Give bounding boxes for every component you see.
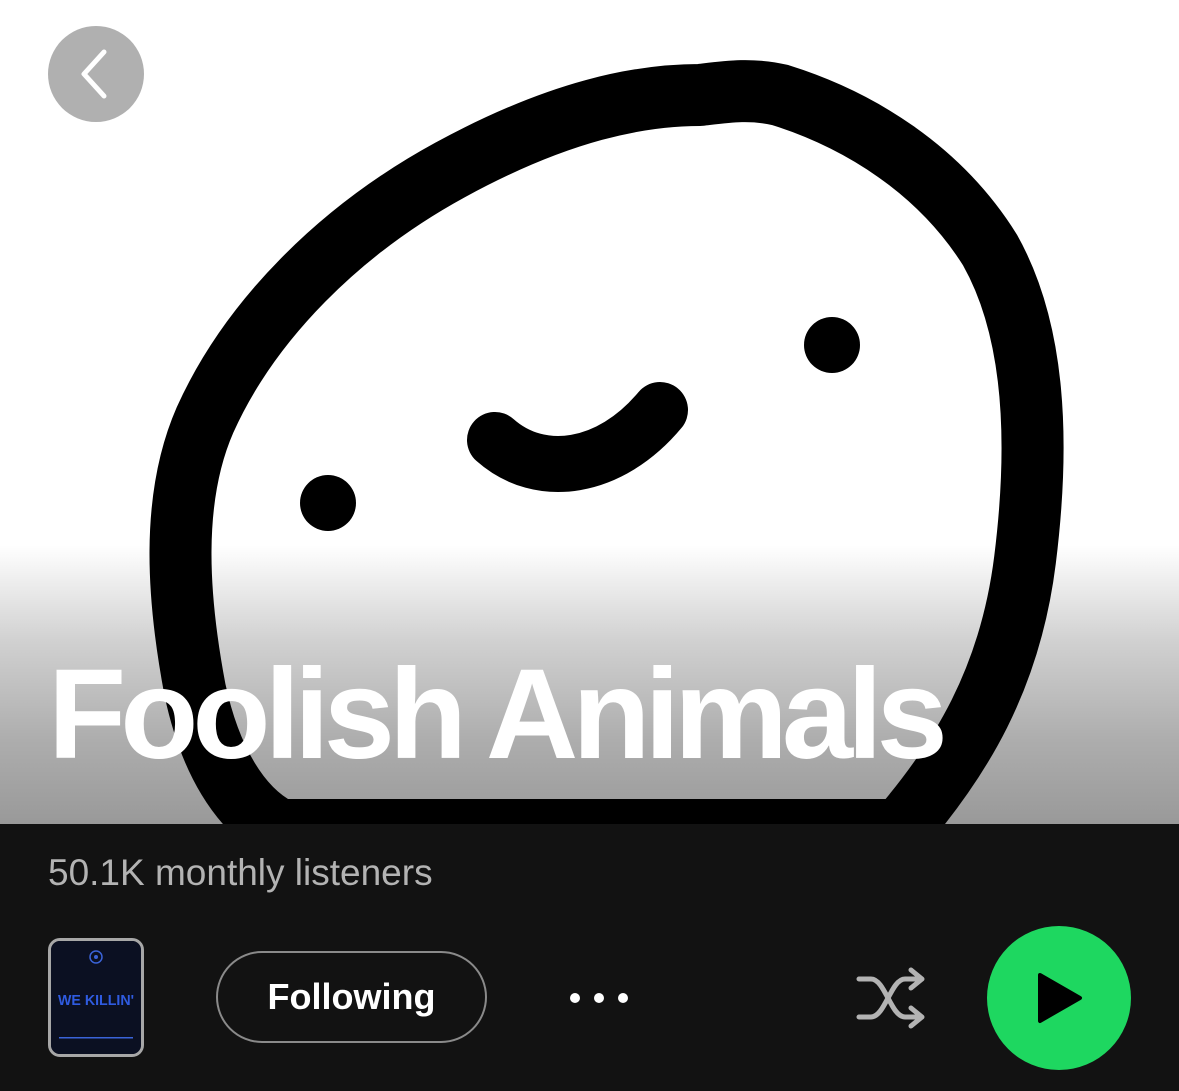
shuffle-button[interactable] [852,962,932,1034]
more-options-icon [570,993,628,1003]
back-button[interactable] [48,26,144,122]
more-options-button[interactable] [560,968,638,1028]
monthly-listeners: 50.1K monthly listeners [48,852,433,893]
play-button[interactable] [987,926,1131,1070]
following-button[interactable]: Following [216,951,487,1043]
latest-release-thumbnail[interactable]: WE KILLIN' [48,938,144,1057]
back-arrow-icon [81,49,107,99]
artist-name: Foolish Animals [48,643,948,786]
thumbnail-text: WE KILLIN' [58,992,134,1009]
artist-header-image: Foolish Animals [0,0,1179,824]
shuffle-icon [856,967,925,1029]
play-icon [1038,973,1082,1023]
